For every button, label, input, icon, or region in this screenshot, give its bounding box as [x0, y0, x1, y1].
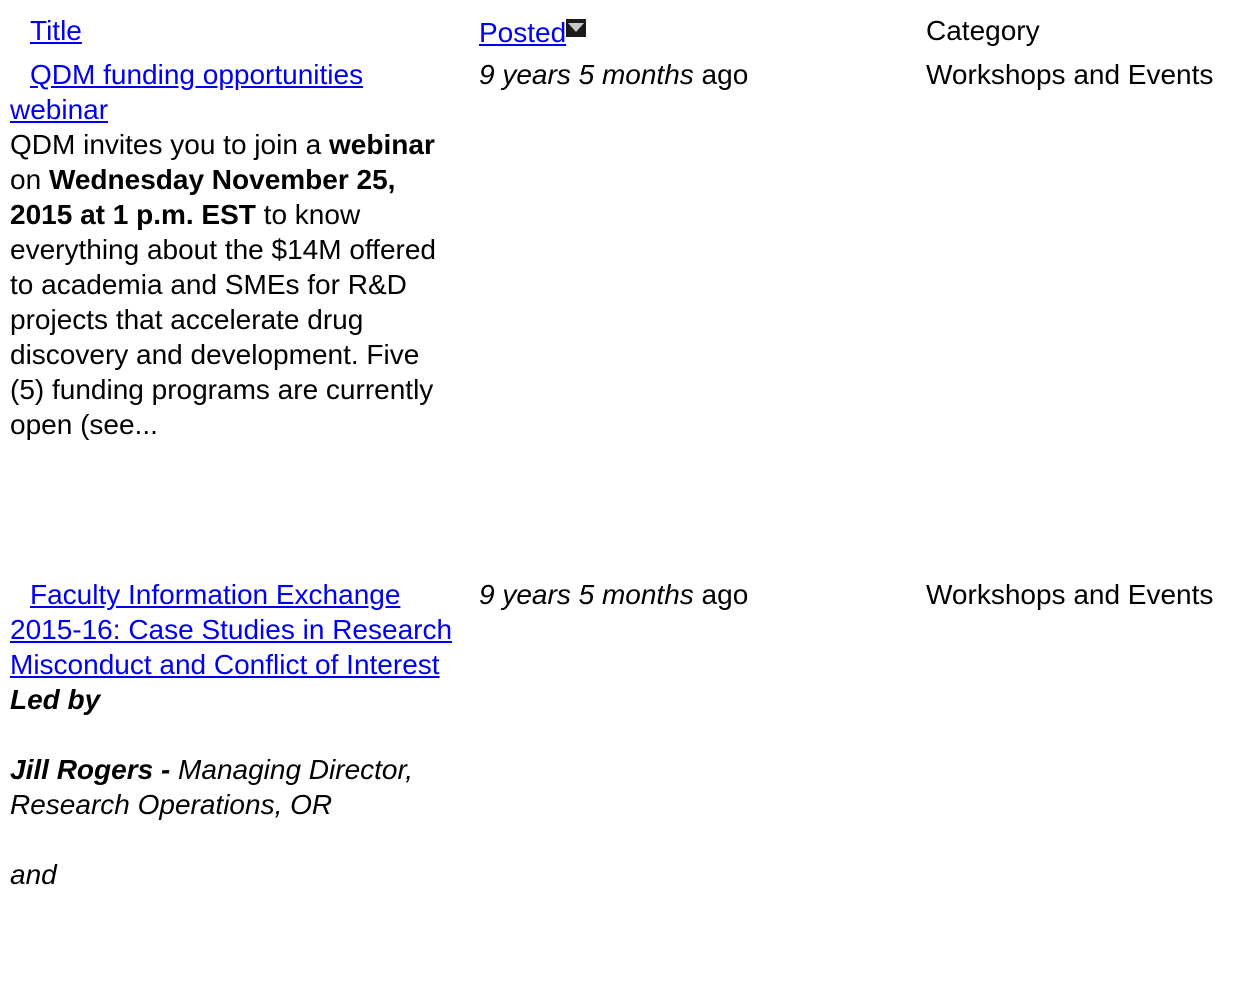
table-row-1-title-cell: QDM funding opportunities webinar QDM in… — [10, 57, 460, 442]
title-column-header: Title — [10, 13, 460, 48]
row-1-category: Workshops and Events — [926, 59, 1214, 90]
category-column-header: Category — [926, 15, 1040, 46]
table-row-2-title-cell: Faculty Information Exchange 2015-16: Ca… — [10, 577, 460, 892]
row-1-posted: 9 years 5 months ago — [479, 59, 749, 90]
row-2-posted: 9 years 5 months ago — [479, 579, 749, 610]
row-2-category: Workshops and Events — [926, 579, 1214, 610]
posted-column-header: Posted — [479, 15, 899, 50]
and-text: and — [10, 859, 57, 890]
row-1-teaser: QDM invites you to join a webinar on Wed… — [10, 129, 437, 440]
presenter-info: Jill Rogers - Managing Director, Researc… — [10, 754, 414, 820]
row-1-title-link[interactable]: QDM funding opportunities webinar — [10, 59, 363, 125]
led-by-label: Led by — [10, 684, 101, 715]
posted-sort-link[interactable]: Posted — [479, 17, 566, 48]
title-sort-link[interactable]: Title — [30, 15, 82, 46]
sort-descending-icon[interactable] — [566, 19, 587, 37]
row-2-title-link[interactable]: Faculty Information Exchange 2015-16: Ca… — [10, 579, 452, 680]
row-2-teaser: Led by Jill Rogers - Managing Director, … — [10, 682, 460, 892]
